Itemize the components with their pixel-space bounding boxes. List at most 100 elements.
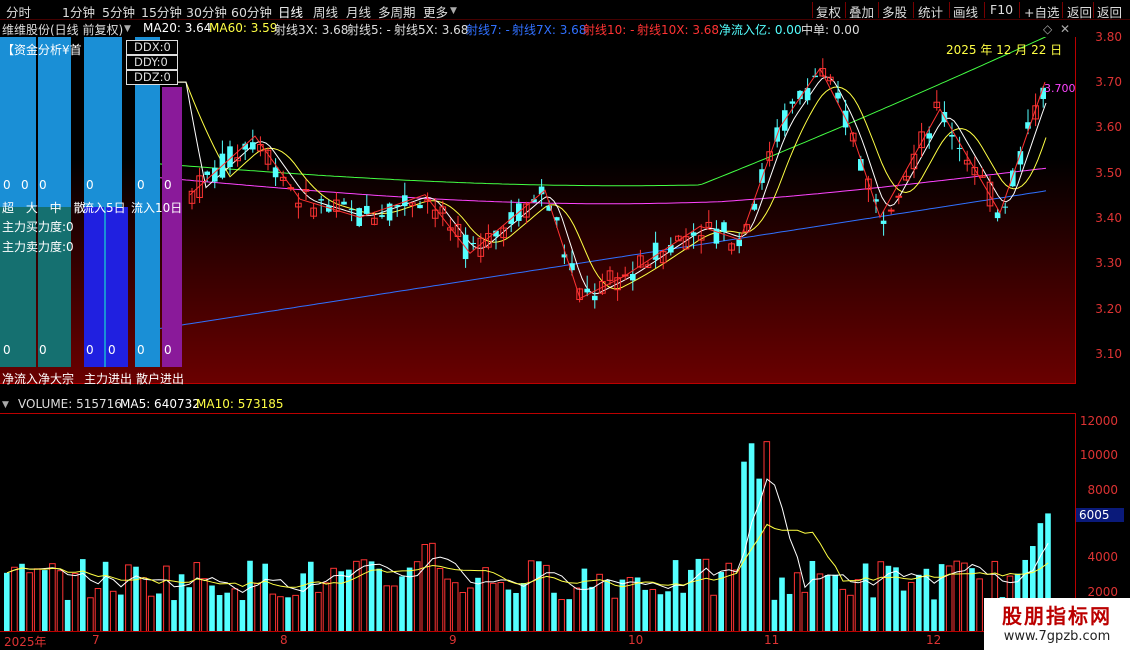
volume-bar-down xyxy=(300,573,306,632)
tab-monthly[interactable]: 月线 xyxy=(346,2,371,21)
volume-bar-up xyxy=(421,544,429,632)
volume-tick: 4000 xyxy=(1087,550,1118,564)
ray5x-value: 射线5X: 3.68 xyxy=(394,23,469,37)
flow10-header: 流入10日 xyxy=(131,201,183,215)
volume-bar-down xyxy=(171,600,177,632)
volume-bar-down xyxy=(870,597,876,632)
volume-bar-down xyxy=(475,577,481,632)
volume-bar-down xyxy=(513,592,519,632)
ddz-value: DDZ:0 xyxy=(126,70,178,85)
volume-tick: 2000 xyxy=(1087,585,1118,599)
volume-bar-up xyxy=(877,561,885,632)
volume-bar-up xyxy=(847,594,854,632)
volume-bar-up xyxy=(147,595,155,632)
zero-label: 0 xyxy=(3,178,11,192)
volume-bar-up xyxy=(94,588,102,632)
tab-daily[interactable]: 日线 xyxy=(278,2,303,21)
zero-label: 0 xyxy=(164,178,172,192)
last-price-label: 3.700 xyxy=(1044,82,1076,95)
volume-bar-down xyxy=(186,587,192,632)
ma60-value: MA60: 3.59 xyxy=(209,21,278,35)
multi-stock-button[interactable]: 多股 xyxy=(882,2,907,21)
volume-chart-area[interactable] xyxy=(0,413,1076,632)
volume-bar-up xyxy=(413,561,421,632)
volume-bar-down xyxy=(102,561,109,632)
mid-order-value: 中单: 0.00 xyxy=(801,23,860,37)
volume-bar-down xyxy=(239,600,246,632)
volume-bar-down xyxy=(657,594,664,632)
date-tick: 11 xyxy=(764,633,780,647)
volume-bar-up xyxy=(649,588,657,632)
price-tick: 3.60 xyxy=(1095,120,1122,134)
volume-bar-down xyxy=(118,594,124,632)
f10-button[interactable]: F10 xyxy=(990,2,1013,17)
volume-bar-down xyxy=(916,574,922,632)
volume-bar-down xyxy=(64,599,71,632)
watermark-logo: 股朋指标网 www.7gpzb.com xyxy=(984,598,1130,650)
price-tick: 3.70 xyxy=(1095,75,1122,89)
volume-bar-down xyxy=(938,564,945,632)
volume-bar-up xyxy=(907,581,915,632)
volume-bar-down xyxy=(695,558,702,632)
volume-bar-up xyxy=(11,566,18,632)
ma20-value: MA20: 3.64 xyxy=(143,21,212,35)
volume-bar-up xyxy=(710,594,717,632)
date-label: 2025 年 12 月 22 日 xyxy=(946,43,1063,57)
volume-bar-down xyxy=(718,572,724,632)
ddy-value: DDY:0 xyxy=(126,55,178,70)
tab-fenshi[interactable]: 分时 xyxy=(6,2,31,21)
zero-label: 0 xyxy=(39,178,47,192)
tab-5min[interactable]: 5分钟 xyxy=(102,2,135,21)
ddx-value: DDX:0 xyxy=(126,40,178,55)
volume-bar-up xyxy=(163,565,170,632)
volume-bar-up xyxy=(816,573,824,632)
chevron-down-icon[interactable]: ▼ xyxy=(450,6,457,16)
tab-60min[interactable]: 60分钟 xyxy=(231,2,272,21)
mark-button[interactable]: 返回 xyxy=(1067,2,1092,21)
zero-label: 0 xyxy=(21,178,29,192)
stats-button[interactable]: 统计 xyxy=(918,2,943,21)
overlay-button[interactable]: 叠加 xyxy=(849,2,874,21)
volume-bar-up xyxy=(360,559,368,632)
tab-30min[interactable]: 30分钟 xyxy=(186,2,227,21)
fuquan-button[interactable]: 复权 xyxy=(816,2,841,21)
date-tick: 12 xyxy=(926,633,942,647)
tab-multi-period[interactable]: 多周期 xyxy=(378,2,416,21)
volume-bar-down xyxy=(969,568,975,632)
volume-bar-down xyxy=(748,443,755,632)
date-axis: 2025年 7 8 9 10 11 12 xyxy=(0,631,1076,650)
draw-line-button[interactable]: 画线 xyxy=(953,2,978,21)
tab-weekly[interactable]: 周线 xyxy=(313,2,338,21)
zero-label: 0 xyxy=(39,343,47,357)
volume-bar-down xyxy=(247,560,253,632)
price-tick: 3.20 xyxy=(1095,302,1122,316)
tab-1min[interactable]: 1分钟 xyxy=(62,2,95,21)
tab-more[interactable]: 更多 xyxy=(423,2,448,21)
fund-flow-panel: 【资金分析¥首 DDX:0 DDY:0 DDZ:0 0 0 0 0 0 0 超 … xyxy=(0,37,190,387)
volume-bar-up xyxy=(26,572,33,632)
zero-label: 0 xyxy=(3,343,11,357)
price-tick: 3.30 xyxy=(1095,256,1122,270)
main-buy-strength: 主力买力度:0 xyxy=(2,220,74,234)
volume-bar-down xyxy=(80,559,86,632)
divider xyxy=(984,2,985,18)
flow5-header: 流入5日 xyxy=(82,201,126,215)
volume-bar-up xyxy=(527,560,535,632)
volume-bar-up xyxy=(391,585,398,632)
volume-bar-down xyxy=(520,583,527,632)
back-button[interactable]: 返回 xyxy=(1097,2,1122,21)
volume-bar-up xyxy=(292,594,299,632)
volume-bars xyxy=(4,441,1051,632)
footer-main-flow: 主力进出 xyxy=(84,372,133,386)
volume-bar-up xyxy=(193,562,201,632)
tab-15min[interactable]: 15分钟 xyxy=(141,2,182,21)
volume-bar-down xyxy=(900,590,907,632)
volume-bar-up xyxy=(801,591,809,632)
add-watchlist-button[interactable]: +自选 xyxy=(1024,2,1059,21)
volume-bar-down xyxy=(604,579,610,632)
diamond-icon[interactable]: ◇ xyxy=(1043,22,1052,36)
close-icon[interactable]: ✕ xyxy=(1060,22,1070,36)
volume-bar-up xyxy=(467,587,474,632)
watermark-title: 股朋指标网 xyxy=(1002,604,1112,628)
volume-bar-down xyxy=(346,569,352,632)
